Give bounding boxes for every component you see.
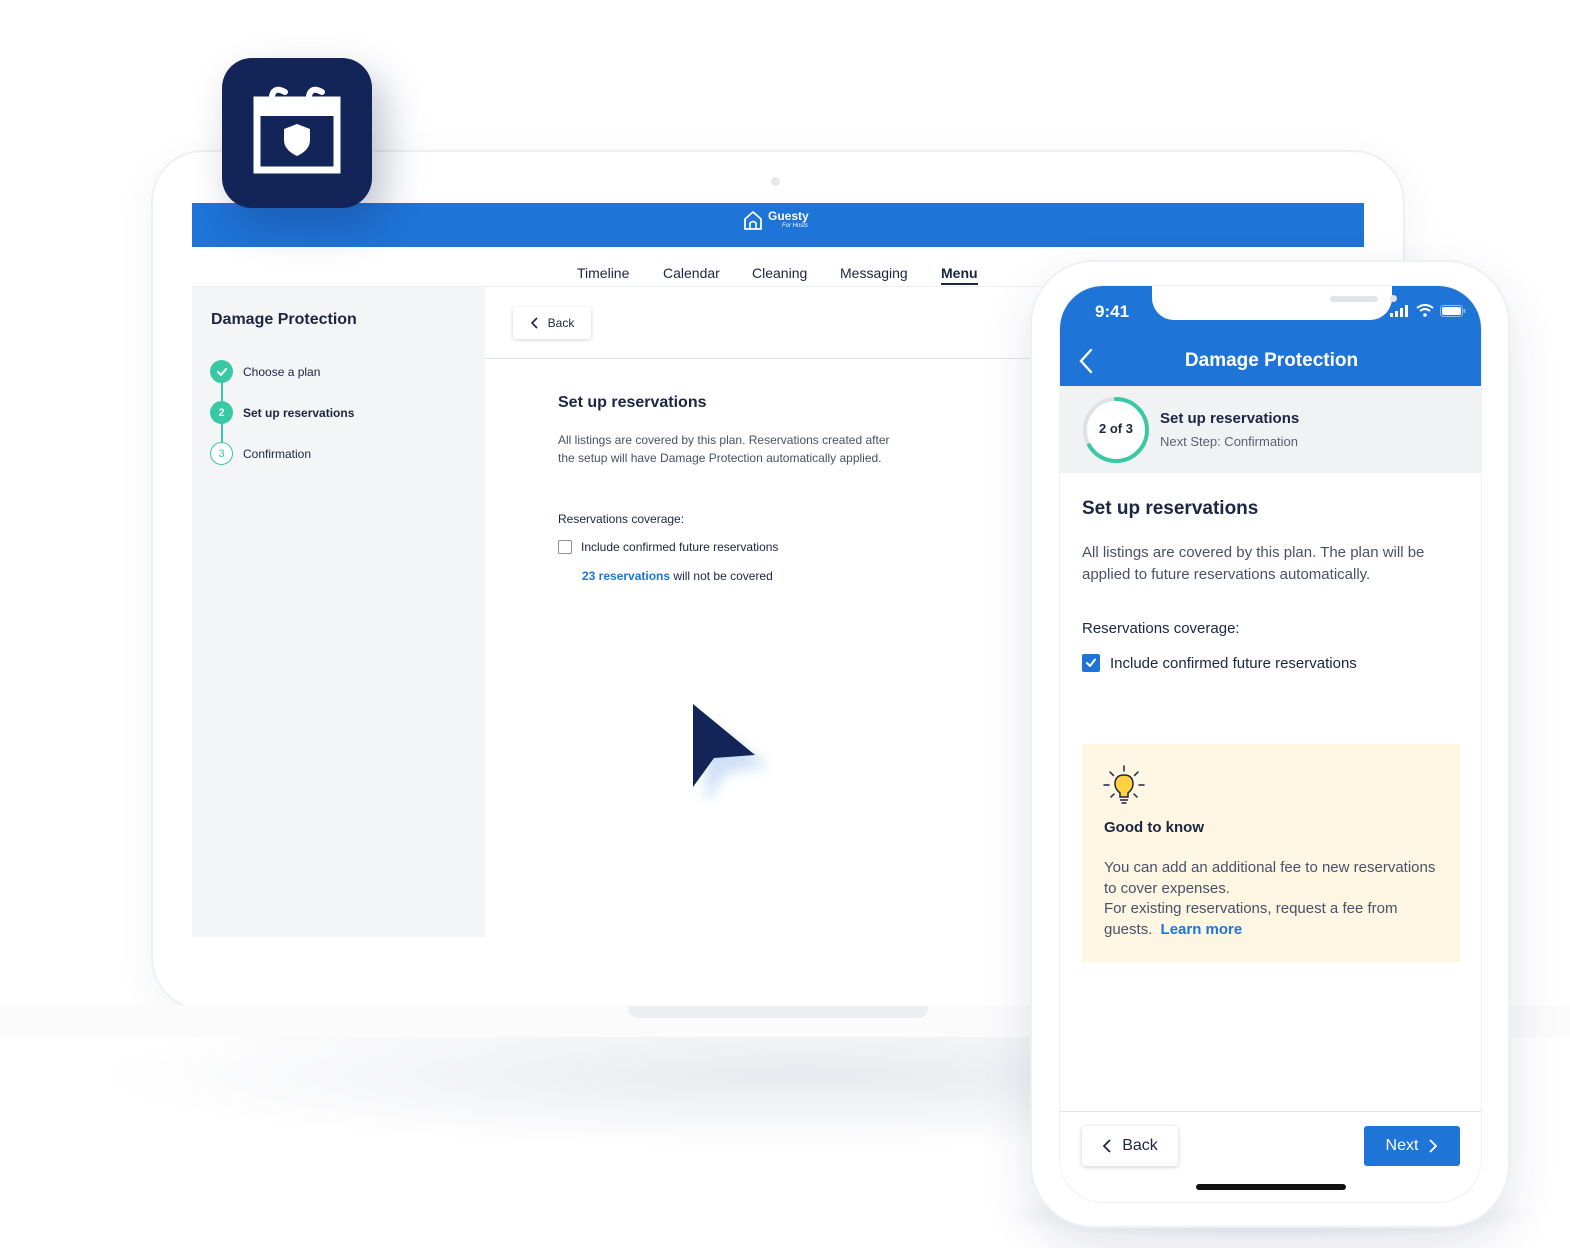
footer-divider (1060, 1111, 1481, 1112)
coverage-note: 23 reservations will not be covered (582, 569, 773, 583)
nav-messaging[interactable]: Messaging (840, 265, 908, 281)
phone-include-future-row[interactable]: Include confirmed future reservations (1082, 654, 1357, 672)
phone-checkbox-label: Include confirmed future reservations (1110, 654, 1357, 672)
wifi-icon (1416, 304, 1434, 317)
step-number: 2 (210, 401, 233, 424)
house-icon (744, 211, 762, 230)
tip-line-1: You can add an additional fee to new res… (1104, 859, 1436, 897)
laptop-notch (628, 1006, 928, 1018)
sidebar-title: Damage Protection (211, 311, 357, 328)
include-future-checkbox[interactable] (558, 540, 572, 554)
chevron-right-icon (1429, 1139, 1438, 1153)
step-label: Confirmation (243, 446, 312, 461)
phone-screen: 9:41 Damage Protection 2 of 3 Set up res… (1059, 285, 1482, 1203)
content-title: Set up reservations (558, 394, 707, 411)
status-time: 9:41 (1095, 302, 1130, 321)
chevron-left-icon (1102, 1139, 1111, 1153)
step-setup-reservations[interactable]: 2 Set up reservations (210, 401, 354, 424)
progress-step-title: Set up reservations (1160, 410, 1300, 427)
good-to-know-tip: Good to know You can add an additional f… (1082, 744, 1460, 962)
tip-title: Good to know (1104, 819, 1204, 836)
include-future-checkbox-row[interactable]: Include confirmed future reservations (558, 540, 778, 554)
phone-header: 9:41 Damage Protection (1060, 286, 1481, 386)
top-bar: Guesty For Hosts (192, 203, 1364, 247)
lightbulb-icon (1103, 765, 1145, 804)
progress-next-step: Next Step: Confirmation (1160, 434, 1299, 449)
coverage-label: Reservations coverage: (558, 512, 685, 526)
progress-text: 2 of 3 (1099, 421, 1133, 436)
cursor-pointer-icon (692, 703, 772, 808)
phone-back-button[interactable]: Back (1082, 1126, 1178, 1166)
step-label: Set up reservations (243, 405, 355, 420)
phone-description: All listings are covered by this plan. T… (1082, 544, 1425, 583)
tip-body: You can add an additional fee to new res… (1104, 858, 1444, 940)
front-camera (1390, 295, 1397, 302)
check-icon (210, 360, 233, 383)
signal-icon (1390, 304, 1408, 317)
back-button-label: Back (547, 316, 575, 330)
tip-line-2: For existing reservations, request a fee… (1104, 900, 1398, 938)
step-confirmation[interactable]: 3 Confirmation (210, 442, 311, 465)
phone-heading: Set up reservations (1082, 498, 1259, 519)
checkbox-label: Include confirmed future reservations (581, 540, 779, 554)
phone-back-label: Back (1122, 1137, 1158, 1154)
step-number: 3 (210, 442, 233, 465)
back-button[interactable]: Back (513, 307, 591, 339)
step-label: Choose a plan (243, 364, 321, 379)
app-icon (222, 58, 372, 208)
nav-timeline[interactable]: Timeline (577, 265, 629, 281)
brand-subtitle: For Hosts (782, 223, 809, 229)
phone-coverage-label: Reservations coverage: (1082, 620, 1240, 637)
stepper-sidebar: Damage Protection Choose a plan 2 Set up… (192, 287, 485, 937)
brand-logo[interactable]: Guesty For Hosts (742, 209, 809, 231)
step-choose-plan[interactable]: Choose a plan (210, 360, 320, 383)
nav-menu[interactable]: Menu (941, 265, 978, 285)
content-description: All listings are covered by this plan. R… (558, 433, 890, 465)
chevron-left-icon (530, 317, 538, 329)
learn-more-link[interactable]: Learn more (1161, 921, 1243, 938)
home-indicator (1196, 1184, 1346, 1190)
progress-panel: 2 of 3 Set up reservations Next Step: Co… (1060, 386, 1481, 473)
battery-icon (1440, 304, 1466, 317)
coverage-note-text: will not be covered (670, 569, 773, 583)
nav-cleaning[interactable]: Cleaning (752, 265, 807, 281)
phone-next-label: Next (1385, 1137, 1419, 1154)
phone-next-button[interactable]: Next (1364, 1126, 1460, 1166)
laptop-camera (771, 177, 780, 186)
checkbox-checked-icon[interactable] (1082, 654, 1100, 672)
speaker-grille (1330, 296, 1378, 302)
calendar-shield-icon (253, 86, 341, 174)
phone-notch (1152, 286, 1397, 320)
phone-title: Damage Protection (1184, 350, 1359, 371)
nav-calendar[interactable]: Calendar (663, 265, 720, 281)
status-icons (1390, 304, 1466, 317)
brand-name: Guesty (768, 209, 809, 223)
reservations-link[interactable]: 23 reservations (582, 569, 670, 583)
